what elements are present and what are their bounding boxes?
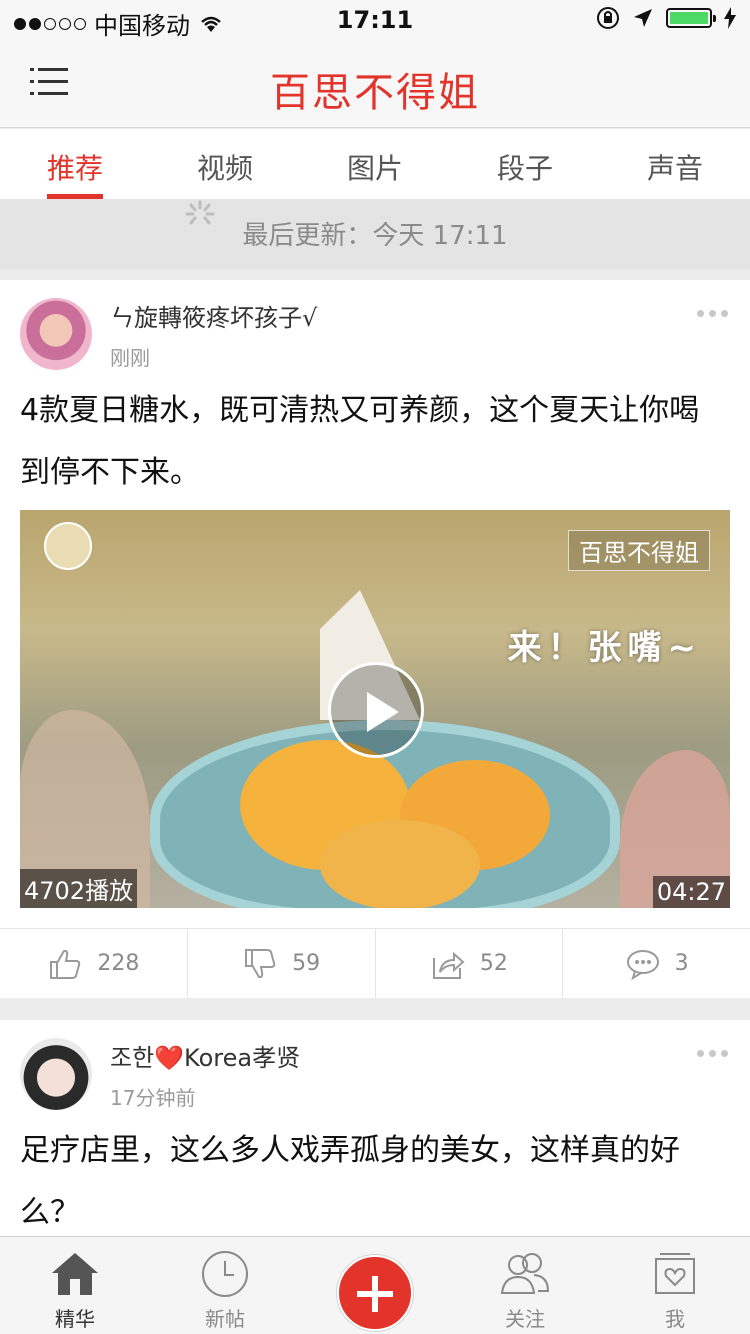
comment-count: 3 [674, 951, 689, 976]
more-options-icon[interactable] [697, 310, 728, 317]
post-time: 刚刚 [110, 346, 150, 370]
plus-icon[interactable] [337, 1255, 413, 1331]
tab-recommend[interactable]: 推荐 [0, 129, 150, 199]
video-watermark: 百思不得姐 [568, 530, 710, 571]
tab-pictures[interactable]: 图片 [300, 129, 450, 199]
refresh-header: 最后更新：今天 17:11 [0, 199, 750, 269]
post-card[interactable]: ㄣ旋轉筱疼坏孩子√ 刚刚 4款夏日糖水，既可清热又可养颜，这个夏天让你喝到停不下… [0, 280, 750, 998]
app-title: 百思不得姐 [270, 70, 480, 116]
play-button[interactable] [328, 662, 424, 758]
home-icon [52, 1253, 98, 1295]
tab-post[interactable] [300, 1237, 450, 1334]
category-tabs: 推荐 视频 图片 段子 声音 [0, 129, 750, 199]
profile-icon [655, 1253, 695, 1294]
comment-button[interactable]: 3 [563, 929, 750, 998]
video-caption: 来！张嘴~ [507, 628, 702, 668]
battery-icon [666, 8, 716, 28]
bottom-tab-bar: 精华 新帖 关注 我 [0, 1236, 750, 1334]
tab-featured[interactable]: 精华 [0, 1237, 150, 1334]
clock-icon [202, 1251, 248, 1297]
avatar[interactable] [20, 1038, 92, 1110]
last-updated-text: 最后更新：今天 17:11 [242, 221, 508, 251]
dislike-button[interactable]: 59 [188, 929, 376, 998]
comment-icon [626, 949, 659, 980]
post-text[interactable]: 4款夏日糖水，既可清热又可养颜，这个夏天让你喝到停不下来。 [20, 380, 726, 504]
tab-me-label: 我 [665, 1307, 685, 1331]
post-text[interactable]: 足疗店里，这么多人戏弄孤身的美女，这样真的好么？ [20, 1120, 726, 1244]
tab-featured-label: 精华 [55, 1307, 95, 1331]
thumbs-down-icon [245, 948, 276, 978]
video-duration: 04:27 [652, 876, 730, 908]
post-actions: 228 59 52 3 [0, 928, 750, 998]
tab-following-label: 关注 [505, 1307, 545, 1331]
play-count: 4702播放 [20, 869, 138, 908]
post-username[interactable]: ㄣ旋轉筱疼坏孩子√ [110, 298, 317, 333]
video-player[interactable]: 百思不得姐 来！张嘴~ 4702播放 04:27 [20, 510, 730, 908]
dislike-count: 59 [292, 951, 321, 976]
status-bar: 中国移动 17:11 [0, 0, 750, 40]
video-channel-logo [44, 522, 92, 570]
post-username[interactable]: 조한❤️Korea孝贤 [110, 1038, 300, 1073]
tab-new-posts-label: 新帖 [205, 1307, 245, 1331]
share-count: 52 [479, 951, 508, 976]
thumbs-up-icon [50, 949, 81, 979]
share-icon [432, 951, 465, 979]
post-time: 17分钟前 [110, 1086, 196, 1110]
video-frame-fruit [320, 820, 480, 908]
users-icon [500, 1253, 550, 1294]
lock-rotation-icon [597, 7, 619, 29]
share-button[interactable]: 52 [376, 929, 564, 998]
like-button[interactable]: 228 [0, 929, 188, 998]
avatar[interactable] [20, 298, 92, 370]
like-count: 228 [97, 951, 140, 976]
more-options-icon[interactable] [697, 1050, 728, 1057]
tab-video[interactable]: 视频 [150, 129, 300, 199]
status-icons [596, 6, 736, 30]
tab-me[interactable]: 我 [600, 1237, 750, 1334]
location-icon [634, 9, 652, 27]
charging-icon [724, 7, 736, 29]
tab-new-posts[interactable]: 新帖 [150, 1237, 300, 1334]
tab-audio[interactable]: 声音 [600, 129, 750, 199]
tab-jokes[interactable]: 段子 [450, 129, 600, 199]
tab-following[interactable]: 关注 [450, 1237, 600, 1334]
nav-bar: 百思不得姐 [0, 40, 750, 128]
